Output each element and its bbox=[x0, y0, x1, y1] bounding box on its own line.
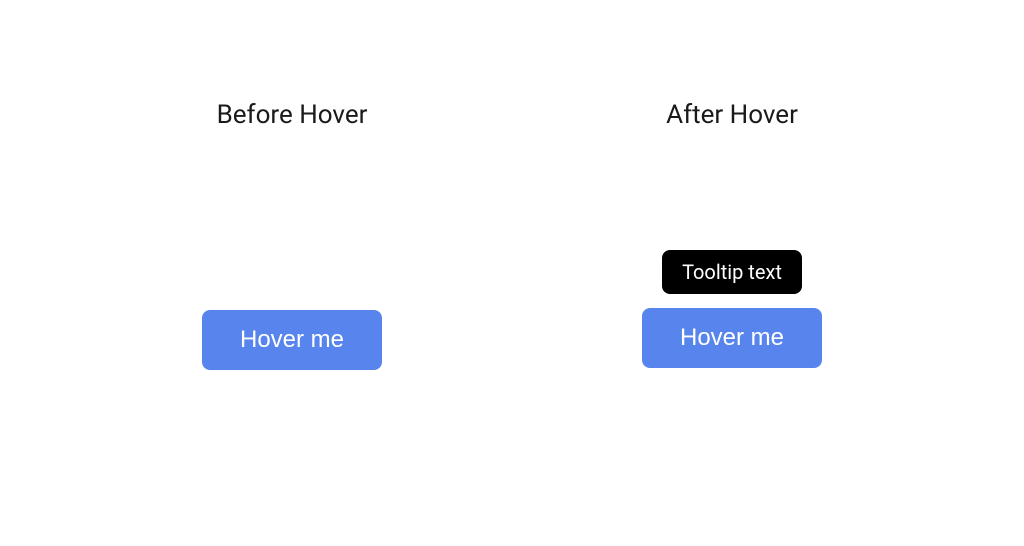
after-hover-heading: After Hover bbox=[666, 100, 798, 130]
before-hover-button-wrapper: Hover me bbox=[202, 250, 382, 370]
after-hover-column: After Hover Tooltip text Hover me bbox=[602, 100, 862, 370]
after-hover-button-wrapper: Tooltip text Hover me bbox=[642, 250, 822, 368]
before-hover-column: Before Hover Hover me bbox=[162, 100, 422, 370]
hover-me-button-after[interactable]: Hover me bbox=[642, 308, 822, 368]
hover-me-button-before[interactable]: Hover me bbox=[202, 310, 382, 370]
before-hover-heading: Before Hover bbox=[217, 100, 368, 130]
demo-container: Before Hover Hover me After Hover Toolti… bbox=[162, 100, 862, 370]
tooltip: Tooltip text bbox=[662, 250, 802, 294]
